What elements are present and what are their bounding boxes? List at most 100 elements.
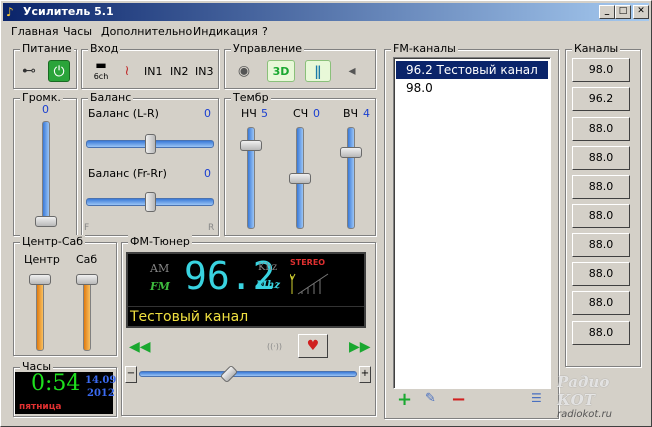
bass-slider[interactable]: [240, 127, 262, 229]
mid-slider[interactable]: [289, 127, 311, 229]
note-icon: ♪: [6, 5, 14, 19]
menu-bar: Главная Часы Дополнительно Индикация ?: [3, 23, 649, 41]
add-favorite-button[interactable]: ♥: [298, 334, 328, 358]
balance-frr-thumb[interactable]: [145, 192, 156, 212]
balance-group: Баланс Баланс (L-R) 0 Баланс (Fr-Rr) 0 F…: [81, 91, 219, 236]
speaker-round-icon[interactable]: ◉: [233, 60, 255, 82]
channel-button-4[interactable]: 88.0: [572, 146, 630, 170]
treble-slider[interactable]: [340, 127, 362, 229]
input-in2[interactable]: IN2: [170, 65, 188, 78]
3d-button[interactable]: 3D: [267, 60, 295, 82]
clock-weekday: пятница: [19, 402, 62, 412]
channels-label: Каналы: [572, 42, 621, 56]
control-label: Управление: [231, 42, 305, 56]
input-label: Вход: [88, 42, 121, 56]
plug-icon[interactable]: ⊷: [18, 60, 40, 82]
menu-clock[interactable]: Часы: [63, 25, 92, 38]
menu-indication[interactable]: Индикация: [193, 25, 258, 38]
channel-button-7[interactable]: 88.0: [572, 233, 630, 257]
equalizer-icon[interactable]: ǁ: [305, 60, 331, 82]
signal-strength-icon: [290, 273, 329, 295]
menu-main[interactable]: Главная: [11, 25, 59, 38]
list-item[interactable]: 96.2 Тестовый канал: [395, 60, 549, 80]
center-label: Центр: [24, 253, 60, 266]
tune-down-button[interactable]: −: [125, 366, 137, 383]
tuner-station-name: Тестовый канал: [128, 306, 364, 326]
maximize-button[interactable]: □: [615, 5, 631, 19]
tune-up-button[interactable]: +: [359, 366, 371, 383]
volume-value: 0: [42, 103, 49, 116]
centersub-label: Центр-Саб: [20, 235, 86, 249]
balance-frr-value: 0: [204, 167, 211, 180]
timbre-group: Тембр НЧ 5 СЧ 0 ВЧ 4: [224, 91, 376, 236]
channel-button-6[interactable]: 88.0: [572, 204, 630, 228]
balance-lr-label: Баланс (L-R): [88, 107, 159, 120]
speaker-icon[interactable]: ◂: [341, 60, 363, 82]
center-slider[interactable]: [29, 274, 51, 351]
heart-icon: ♥: [306, 338, 320, 354]
power-label: Питание: [20, 42, 74, 56]
mid-value: 0: [313, 107, 320, 120]
treble-thumb[interactable]: [340, 147, 362, 158]
radio-antenna-icon[interactable]: ≀: [116, 60, 138, 82]
close-button[interactable]: ✕: [633, 5, 649, 19]
input-in1[interactable]: IN1: [144, 65, 162, 78]
channel-button-10[interactable]: 88.0: [572, 321, 630, 345]
main-window: ♪ Усилитель 5.1 _ □ ✕ Главная Часы Допол…: [0, 0, 652, 427]
tuner-frequency: 96.2: [184, 254, 276, 298]
center-thumb[interactable]: [29, 274, 51, 285]
add-channel-icon[interactable]: +: [397, 389, 412, 410]
balance-frr-label: Баланс (Fr-Rr): [88, 167, 167, 180]
clock-time: 0:54: [31, 371, 81, 396]
channel-button-1[interactable]: 98.0: [572, 58, 630, 82]
balance-r-label: R: [208, 223, 215, 233]
cd-input-button[interactable]: ▬ 6ch: [88, 58, 114, 84]
menu-help[interactable]: ?: [262, 25, 268, 38]
watermark-title: Радио КОТ: [557, 373, 610, 409]
channel-button-3[interactable]: 88.0: [572, 117, 630, 141]
mid-thumb[interactable]: [289, 173, 311, 184]
minimize-button[interactable]: _: [599, 5, 615, 19]
list-item[interactable]: 98.0: [396, 79, 548, 97]
edit-channel-icon[interactable]: ✎: [425, 391, 436, 406]
power-group: Питание ⊷ ⏻: [13, 42, 77, 89]
power-icon[interactable]: ⏻: [48, 60, 70, 82]
balance-lr-slider[interactable]: [86, 134, 214, 154]
cd-label: 6ch: [93, 72, 109, 81]
delete-channel-icon[interactable]: −: [451, 389, 466, 410]
menu-extra[interactable]: Дополнительно: [101, 25, 192, 38]
seek-back-icon[interactable]: ◀◀: [129, 339, 151, 355]
watermark: Радио КОТ radiokot.ru: [557, 373, 649, 420]
tuner-mhz: Mhz: [256, 280, 281, 291]
volume-thumb[interactable]: [35, 216, 57, 227]
bass-thumb[interactable]: [240, 140, 262, 151]
tuner-display: AM FM 96.2 Khz Mhz STEREO Тестовый канал: [126, 252, 366, 328]
sub-slider[interactable]: [76, 274, 98, 351]
sub-thumb[interactable]: [76, 274, 98, 285]
tuner-fm: FM: [150, 280, 170, 293]
fm-channels-list[interactable]: 96.2 Тестовый канал 98.0: [393, 57, 551, 389]
balance-f-label: F: [84, 223, 90, 233]
seek-forward-icon[interactable]: ▶▶: [349, 339, 371, 355]
balance-lr-thumb[interactable]: [145, 134, 156, 154]
input-in3[interactable]: IN3: [195, 65, 213, 78]
balance-frr-slider[interactable]: [86, 192, 214, 212]
list-sort-icon[interactable]: ☰: [531, 391, 542, 405]
channel-button-2[interactable]: 96.2: [572, 87, 630, 111]
title-bar[interactable]: ♪ Усилитель 5.1: [3, 3, 649, 21]
control-group: Управление ◉ 3D ǁ ◂: [224, 42, 376, 89]
bass-label: НЧ: [241, 107, 257, 120]
clock-display: 0:54 14.09 2012 пятница: [15, 371, 116, 414]
channel-button-9[interactable]: 88.0: [572, 291, 630, 315]
scan-icon[interactable]: ((·)): [267, 342, 282, 351]
channel-button-5[interactable]: 88.0: [572, 175, 630, 199]
cd-icon: ▬: [95, 58, 107, 72]
balance-label: Баланс: [88, 91, 134, 105]
channel-button-8[interactable]: 88.0: [572, 262, 630, 286]
tuner-am: AM: [150, 262, 170, 275]
volume-slider[interactable]: [35, 121, 57, 227]
tuning-slider[interactable]: [139, 364, 357, 384]
sub-label: Саб: [76, 253, 98, 266]
tuner-label: ФМ-Тюнер: [128, 235, 192, 249]
tuner-stereo: STEREO: [290, 258, 326, 267]
